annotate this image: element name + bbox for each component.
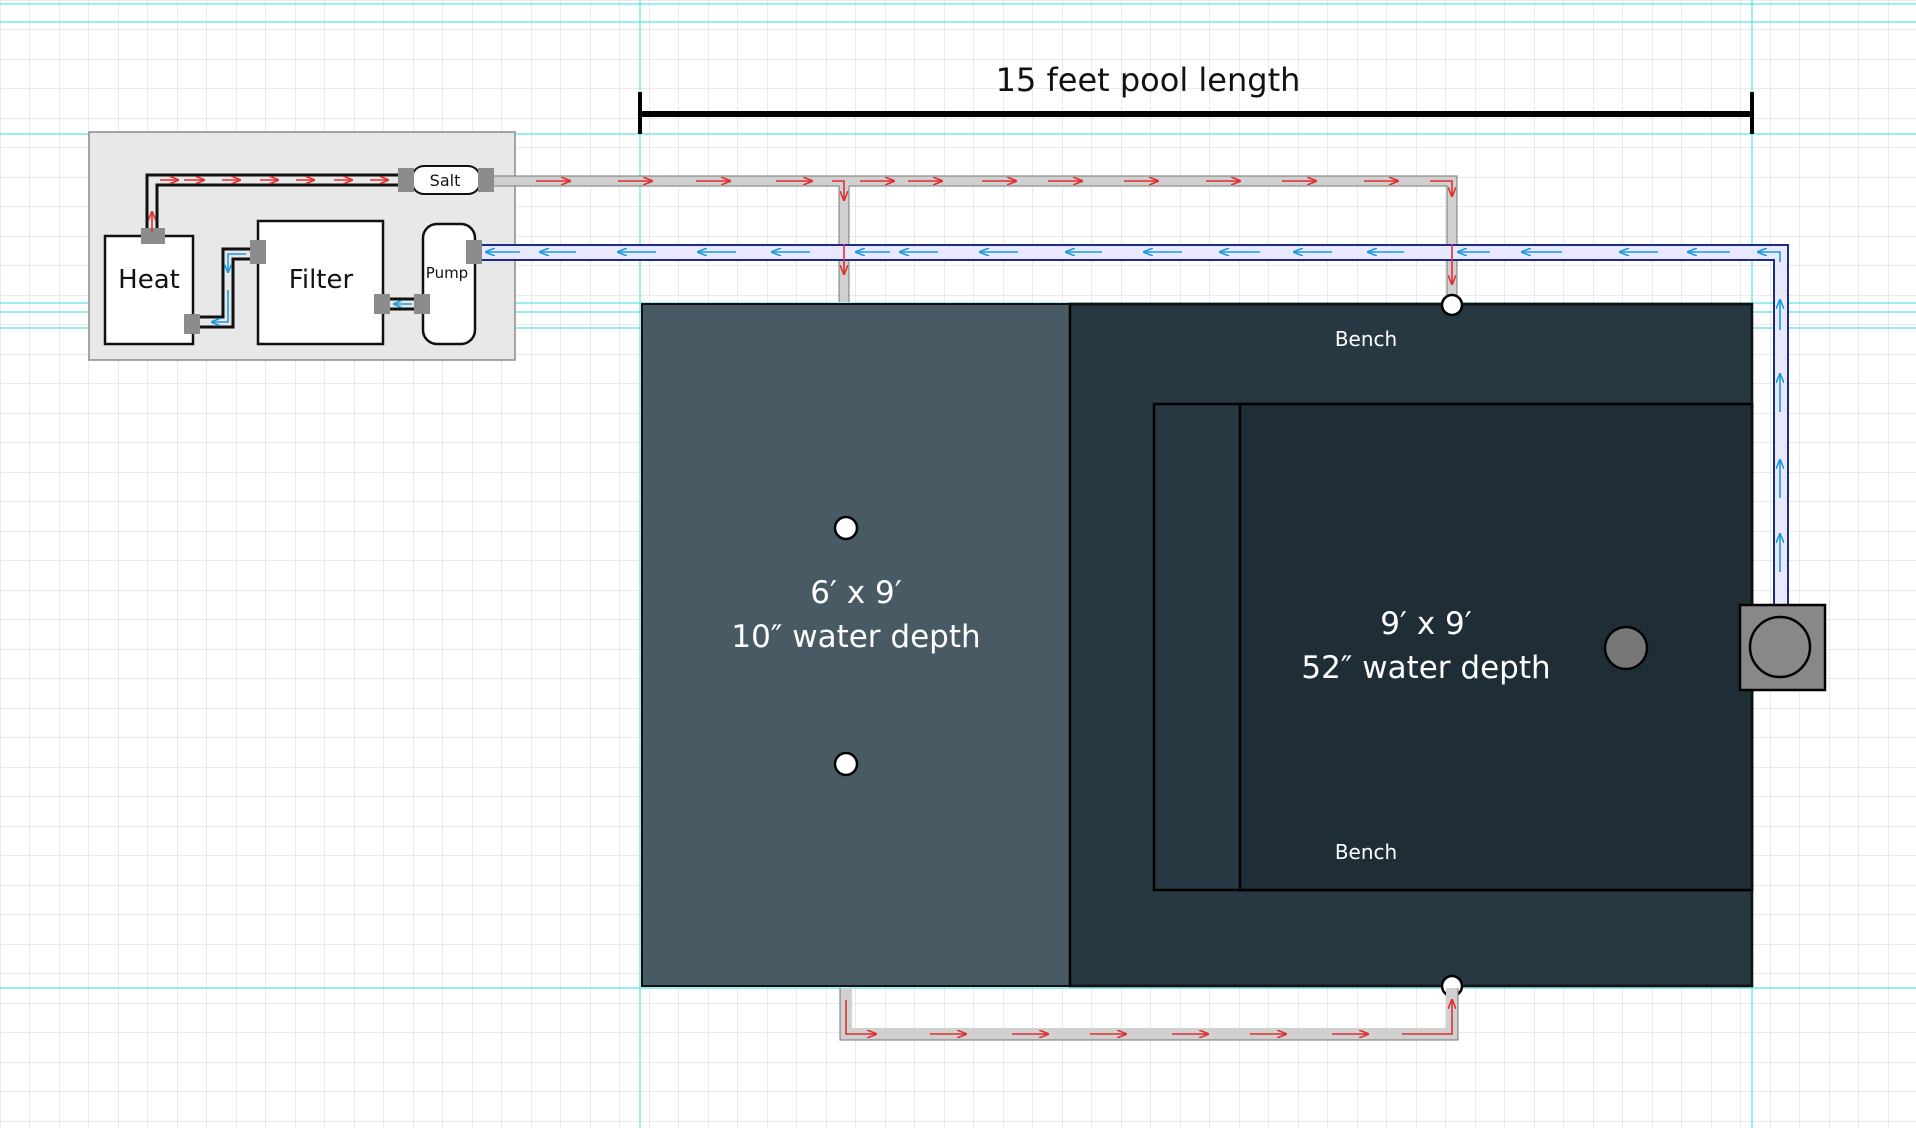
skimmer <box>1738 603 1827 692</box>
dimension-label: 15 feet pool length <box>996 61 1301 99</box>
salt-cell: Salt <box>411 165 481 195</box>
deep-size-label: 9′ x 9′ <box>1380 606 1472 642</box>
shallow-depth-label: 10″ water depth <box>731 619 980 655</box>
bench-bottom-label: Bench <box>1335 840 1397 864</box>
salt-label: Salt <box>430 171 461 190</box>
main-drain <box>1603 625 1649 671</box>
deep-depth-label: 52″ water depth <box>1301 650 1550 686</box>
shallow-jet-bottom <box>833 751 859 777</box>
pool-plumbing-diagram: 15 feet pool length Heat Filter Pump Sal… <box>0 0 1916 1128</box>
shallow-size-label: 6′ x 9′ <box>810 575 902 611</box>
heater-label: Heat <box>118 265 180 295</box>
return-inlet-top <box>1440 293 1464 317</box>
deep-well-floor <box>1238 402 1754 892</box>
pool: Bench Bench 6′ x 9′ 10″ water depth 9′ x… <box>641 293 1754 998</box>
heater: Heat <box>103 234 195 346</box>
filter: Filter <box>256 219 385 346</box>
filter-label: Filter <box>289 265 354 295</box>
bench-top-label: Bench <box>1335 327 1397 351</box>
pump-label: Pump <box>426 264 468 282</box>
shallow-jet-top <box>833 515 859 541</box>
